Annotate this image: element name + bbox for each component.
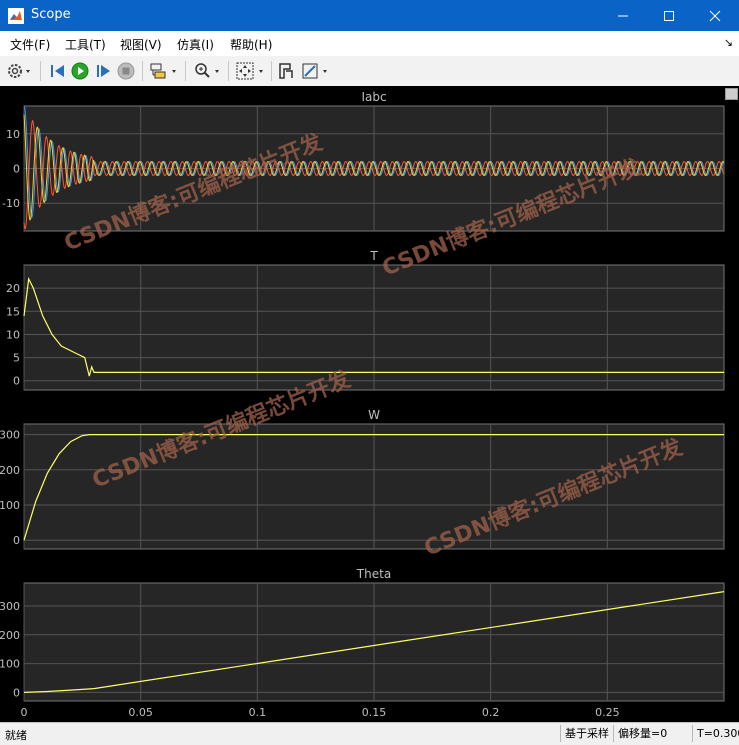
y-tick-label: -10 (2, 197, 20, 210)
menu-view[interactable]: 视图(V) (120, 36, 162, 53)
close-button[interactable] (692, 0, 738, 31)
x-tick-label: 0.2 (482, 706, 500, 719)
style-button[interactable] (300, 60, 332, 82)
axes-title: W (368, 408, 380, 422)
stop-button[interactable] (116, 60, 136, 82)
y-tick-label: 100 (0, 658, 20, 671)
step-back-button[interactable] (48, 60, 68, 82)
stop-icon (117, 62, 135, 80)
window-title: Scope (31, 7, 71, 22)
x-tick-label: 0.15 (362, 706, 387, 719)
toolbar (0, 56, 739, 87)
status-text: 就绪 (5, 729, 27, 742)
y-tick-label: 0 (13, 375, 20, 388)
x-tick-label: 0.05 (128, 706, 153, 719)
status-bar: 就绪 基于采样 偏移量=0 T=0.300 (0, 722, 739, 745)
x-tick-label: 0.1 (249, 706, 267, 719)
scope-axes-theta: Theta 0 100 200 300 0 0.05 0.1 0.15 0.2 0.25 (0, 567, 725, 719)
axes-title: Iabc (361, 90, 386, 104)
gear-icon (8, 64, 30, 78)
y-tick-label: 10 (6, 128, 20, 141)
toolbar-separator (40, 61, 41, 81)
y-tick-label: 0 (13, 686, 20, 699)
fit-axes-button[interactable] (234, 60, 268, 82)
run-icon (71, 62, 89, 80)
y-tick-label: 5 (13, 352, 20, 365)
step-forward-button[interactable] (93, 60, 113, 82)
y-tick-label: 200 (0, 629, 20, 642)
scope-axes-iabc: Iabc -10 0 10 (2, 90, 725, 232)
cursor-measure-button[interactable] (276, 60, 296, 82)
y-tick-label: 10 (6, 328, 20, 341)
toolbar-separator (228, 61, 229, 81)
close-icon (709, 10, 721, 21)
menu-tools[interactable]: 工具(T) (65, 36, 106, 53)
menu-file[interactable]: 文件(F) (10, 36, 50, 53)
y-tick-label: 200 (0, 464, 20, 477)
offset-indicator: 偏移量=0 (613, 725, 667, 742)
menu-bar: 文件(F) 工具(T) 视图(V) 仿真(I) 帮助(H) ↘ (0, 31, 739, 56)
step-back-icon (51, 65, 64, 77)
y-tick-label: 0 (13, 534, 20, 547)
fit-axes-icon (236, 62, 263, 80)
scope-axes-t: T 0 5 10 15 20 (6, 249, 725, 391)
sample-based-indicator: 基于采样 (560, 725, 609, 742)
minimize-button[interactable] (600, 0, 646, 31)
time-indicator: T=0.300 (692, 725, 739, 742)
y-tick-label: 0 (13, 163, 20, 176)
menu-simulation[interactable]: 仿真(I) (177, 36, 214, 53)
step-forward-icon (97, 65, 110, 77)
menu-overflow-icon[interactable]: ↘ (724, 36, 733, 49)
toolbar-separator (271, 61, 272, 81)
cursor-measure-icon (279, 63, 293, 79)
y-tick-label: 300 (0, 429, 20, 442)
y-tick-label: 100 (0, 499, 20, 512)
y-tick-label: 20 (6, 282, 20, 295)
axes-title: T (369, 249, 378, 263)
matlab-logo-icon (8, 8, 24, 24)
toolbar-separator (185, 61, 186, 81)
y-tick-label: 300 (0, 600, 20, 613)
minimize-icon (618, 15, 628, 16)
maximize-icon (664, 10, 674, 21)
zoom-button[interactable] (192, 60, 224, 82)
scope-charts[interactable]: Iabc -10 0 10 T 0 5 10 15 20 W 0 100 200 300 Theta 0 100 2… (0, 86, 739, 722)
highlight-block-button[interactable] (148, 60, 180, 82)
toolbar-separator (142, 61, 143, 81)
settings-button[interactable] (6, 60, 32, 82)
zoom-icon (195, 63, 219, 78)
y-tick-label: 15 (6, 305, 20, 318)
x-tick-label: 0 (21, 706, 28, 719)
menu-help[interactable]: 帮助(H) (230, 36, 272, 53)
style-icon (302, 63, 327, 79)
run-button[interactable] (70, 60, 90, 82)
x-tick-label: 0.25 (595, 706, 620, 719)
highlight-block-icon (150, 63, 176, 79)
maximize-button[interactable] (646, 0, 692, 31)
title-bar: Scope (0, 0, 739, 31)
axes-title: Theta (356, 567, 391, 581)
